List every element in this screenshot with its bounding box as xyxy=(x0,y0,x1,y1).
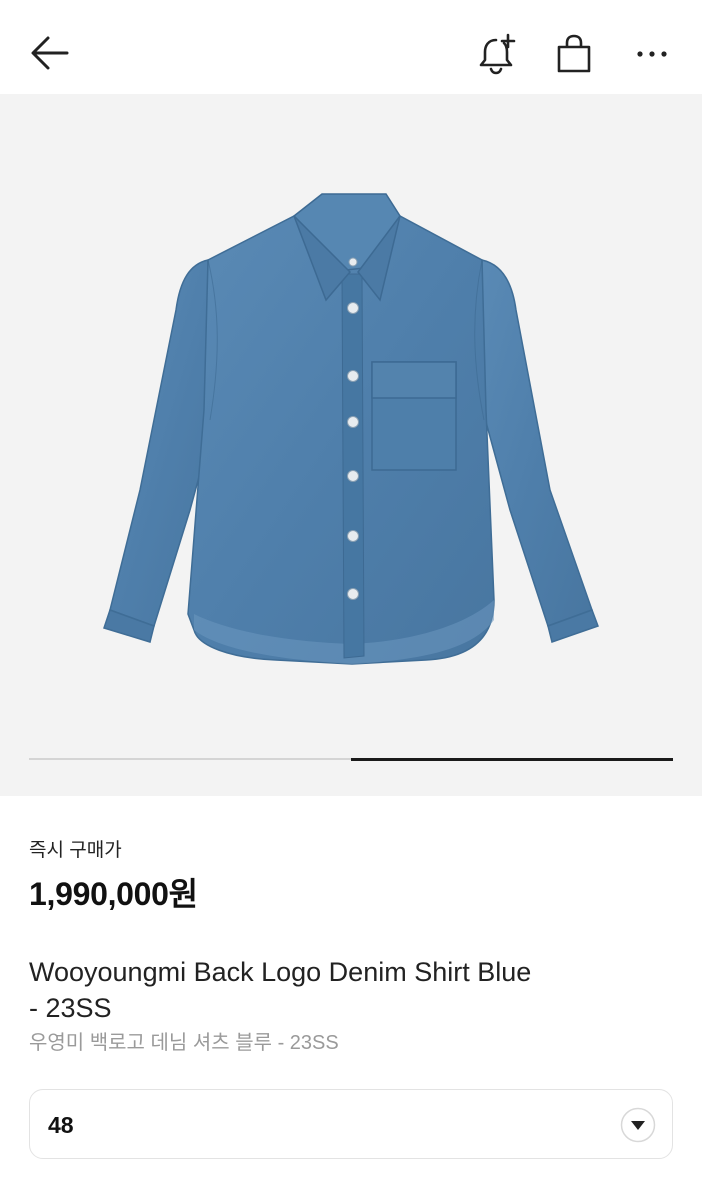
product-price: 1,990,000원 xyxy=(29,876,198,912)
size-select[interactable]: 48 xyxy=(29,1089,673,1159)
product-subtitle: 우영미 백로고 데님 셔츠 블루 - 23SS xyxy=(29,1032,339,1054)
top-bar xyxy=(0,0,702,94)
product-title-line2: - 23SS xyxy=(29,993,112,1023)
size-select-value: 48 xyxy=(48,1112,74,1138)
product-title-line1: Wooyoungmi Back Logo Denim Shirt Blue xyxy=(29,957,532,987)
product-image-gallery[interactable] xyxy=(0,94,702,796)
arrow-left-icon[interactable] xyxy=(28,32,72,76)
shopping-bag-icon[interactable] xyxy=(552,32,596,76)
product-title: Wooyoungmi Back Logo Denim Shirt Blue - … xyxy=(29,954,669,1026)
price-label: 즉시 구매가 xyxy=(29,840,122,861)
chevron-down-circle-icon[interactable] xyxy=(620,1107,656,1143)
more-horizontal-icon[interactable] xyxy=(630,32,674,76)
denim-shirt-photo xyxy=(103,193,599,665)
image-carousel-progress-fill xyxy=(351,757,673,761)
bell-plus-icon[interactable] xyxy=(474,32,518,76)
image-carousel-progress xyxy=(29,757,673,761)
product-info: 즉시 구매가 1,990,000원 xyxy=(29,838,673,914)
